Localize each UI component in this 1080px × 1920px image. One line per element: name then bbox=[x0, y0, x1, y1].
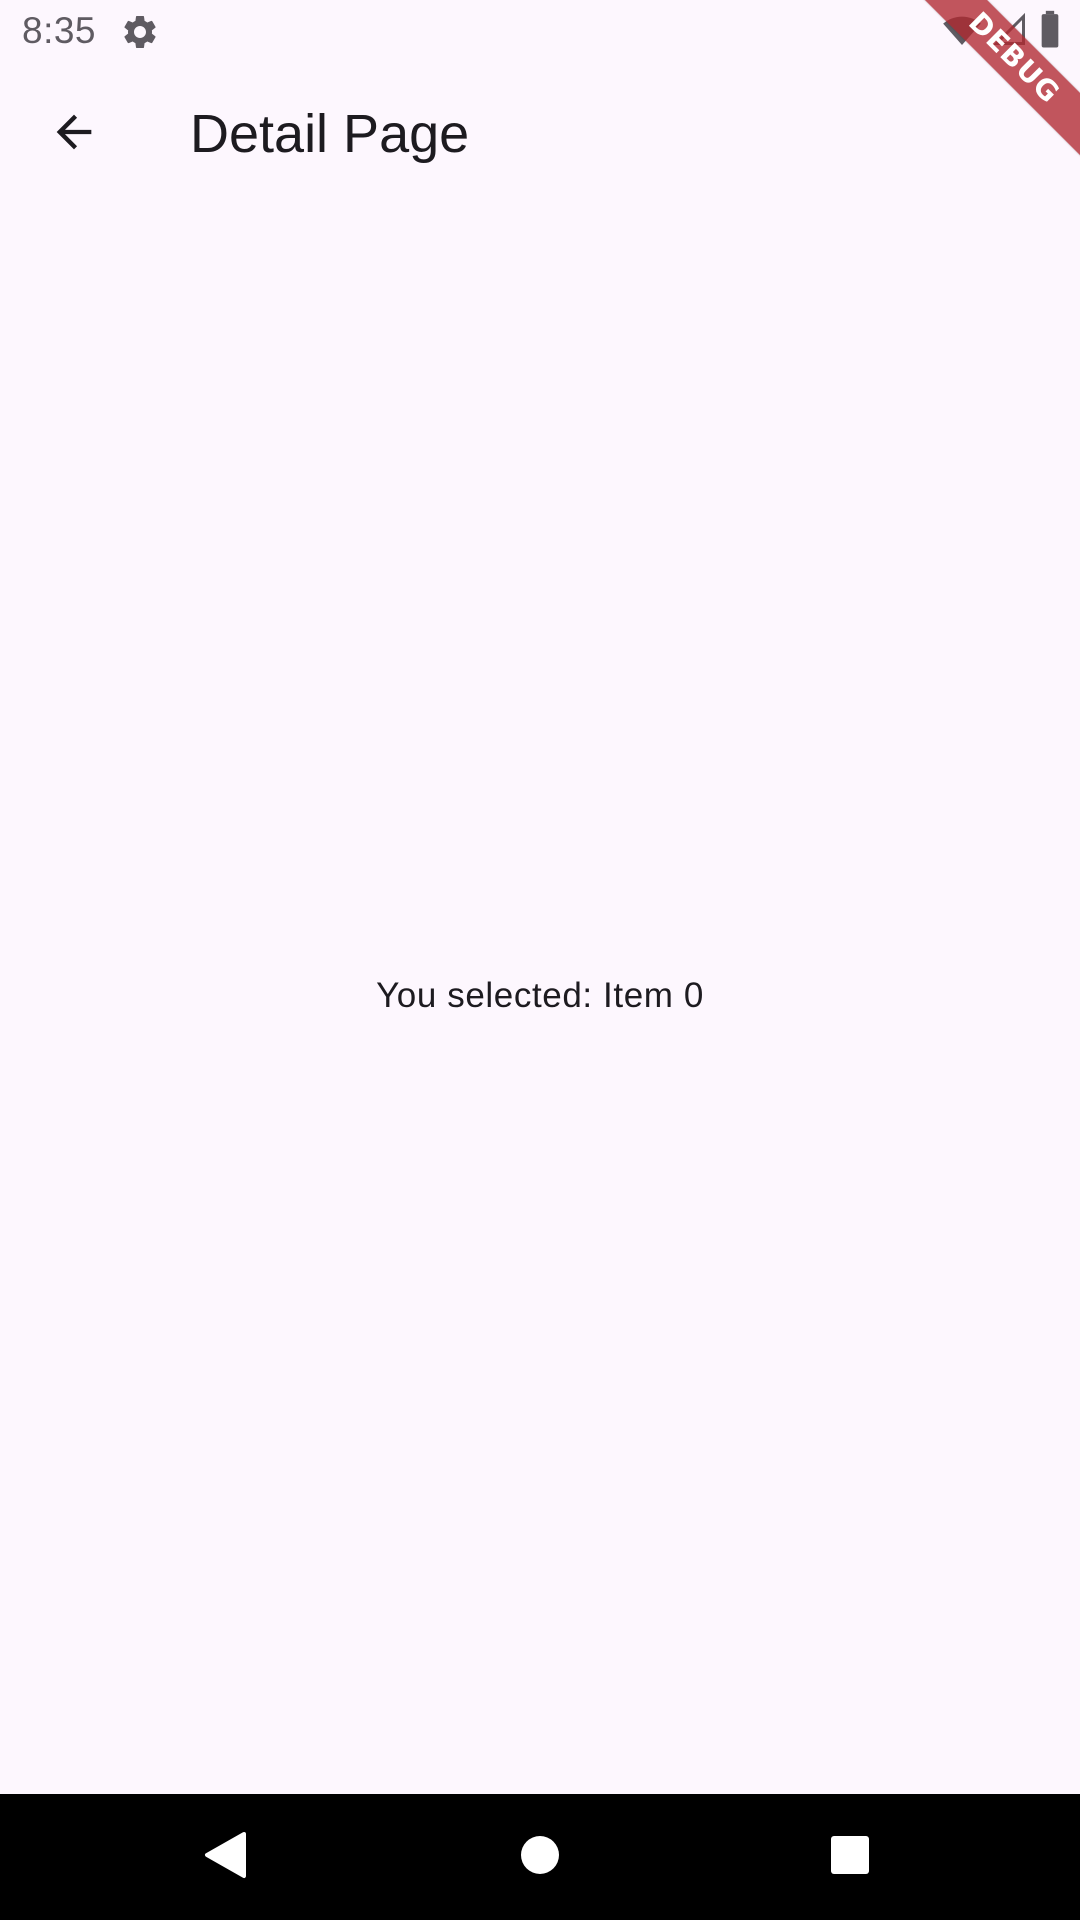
back-triangle-icon bbox=[204, 1831, 248, 1884]
recents-square-icon bbox=[830, 1835, 870, 1880]
status-bar: 8:35 bbox=[0, 0, 1080, 64]
nav-home-button[interactable] bbox=[500, 1817, 580, 1897]
selected-item-message: You selected: Item 0 bbox=[376, 976, 704, 1015]
home-circle-icon bbox=[519, 1834, 561, 1881]
page-title: Detail Page bbox=[190, 104, 470, 164]
app-bar: Detail Page bbox=[0, 64, 1080, 204]
battery-icon bbox=[1038, 10, 1062, 55]
screen: 8:35 Detail Page You selected: Item 0 DE… bbox=[0, 0, 1080, 1920]
status-time: 8:35 bbox=[22, 10, 97, 51]
signal-icon bbox=[992, 10, 1028, 55]
gear-icon bbox=[120, 12, 160, 52]
system-navigation-bar bbox=[0, 1794, 1080, 1920]
status-icons bbox=[942, 10, 1062, 55]
back-button[interactable] bbox=[24, 84, 124, 184]
nav-back-button[interactable] bbox=[186, 1817, 266, 1897]
wifi-icon bbox=[942, 10, 982, 55]
arrow-back-icon bbox=[48, 106, 100, 163]
nav-recents-button[interactable] bbox=[810, 1817, 890, 1897]
